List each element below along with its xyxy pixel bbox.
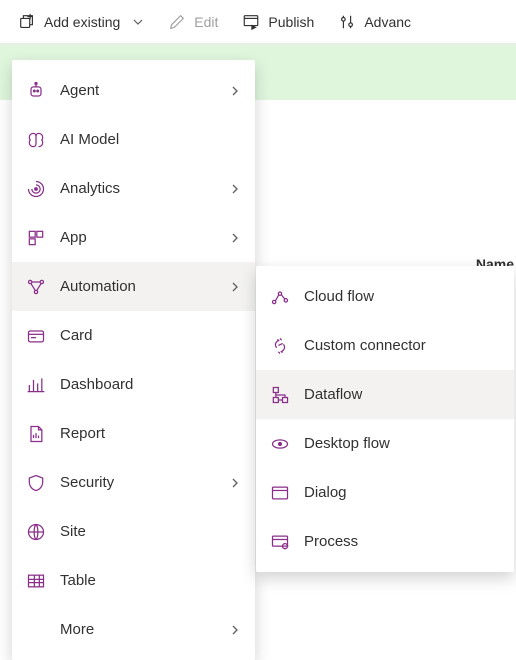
submenu-item-dataflow[interactable]: Dataflow: [256, 370, 514, 419]
menu-item-agent[interactable]: Agent: [12, 66, 255, 115]
chevron-right-icon: [229, 183, 241, 195]
edit-label: Edit: [194, 14, 218, 30]
menu-item-analytics[interactable]: Analytics: [12, 164, 255, 213]
menu-item-table[interactable]: Table: [12, 556, 255, 605]
submenu-item-label: Desktop flow: [304, 435, 500, 452]
chevron-right-icon: [229, 477, 241, 489]
submenu-item-label: Cloud flow: [304, 288, 500, 305]
site-icon: [26, 522, 46, 542]
menu-item-label: AI Model: [60, 131, 241, 148]
menu-item-security[interactable]: Security: [12, 458, 255, 507]
dataflow-icon: [270, 385, 290, 405]
edit-button[interactable]: Edit: [158, 7, 228, 37]
menu-item-app[interactable]: App: [12, 213, 255, 262]
publish-icon: [242, 13, 260, 31]
cloud-flow-icon: [270, 287, 290, 307]
chevron-down-icon: [132, 16, 144, 28]
menu-item-card[interactable]: Card: [12, 311, 255, 360]
menu-item-label: Security: [60, 474, 229, 491]
submenu-item-label: Process: [304, 533, 500, 550]
desktop-flow-icon: [270, 434, 290, 454]
menu-item-label: App: [60, 229, 229, 246]
submenu-item-desktop-flow[interactable]: Desktop flow: [256, 419, 514, 468]
add-existing-label: Add existing: [44, 14, 120, 30]
security-icon: [26, 473, 46, 493]
menu-item-label: Card: [60, 327, 241, 344]
table-icon: [26, 571, 46, 591]
publish-button[interactable]: Publish: [232, 7, 324, 37]
menu-item-label: Report: [60, 425, 241, 442]
custom-connector-icon: [270, 336, 290, 356]
menu-item-label: Agent: [60, 82, 229, 99]
edit-icon: [168, 13, 186, 31]
menu-item-site[interactable]: Site: [12, 507, 255, 556]
chevron-right-icon: [229, 85, 241, 97]
dialog-icon: [270, 483, 290, 503]
automation-submenu: Cloud flow Custom connector Dataflow Deskto…: [256, 266, 514, 572]
app-icon: [26, 228, 46, 248]
menu-item-label: Analytics: [60, 180, 229, 197]
chevron-right-icon: [229, 232, 241, 244]
submenu-item-dialog[interactable]: Dialog: [256, 468, 514, 517]
dashboard-icon: [26, 375, 46, 395]
submenu-item-cloud-flow[interactable]: Cloud flow: [256, 272, 514, 321]
menu-item-label: Site: [60, 523, 241, 540]
add-existing-button[interactable]: Add existing: [8, 7, 154, 37]
report-icon: [26, 424, 46, 444]
add-existing-icon: [18, 13, 36, 31]
submenu-item-custom-connector[interactable]: Custom connector: [256, 321, 514, 370]
menu-item-automation[interactable]: Automation: [12, 262, 255, 311]
process-icon: [270, 532, 290, 552]
menu-item-label: More: [60, 621, 229, 638]
advanced-label: Advanc: [364, 14, 411, 30]
publish-label: Publish: [268, 14, 314, 30]
submenu-item-process[interactable]: Process: [256, 517, 514, 566]
submenu-item-label: Dialog: [304, 484, 500, 501]
menu-item-label: Table: [60, 572, 241, 589]
menu-item-ai-model[interactable]: AI Model: [12, 115, 255, 164]
card-icon: [26, 326, 46, 346]
command-bar: Add existing Edit Publish: [0, 0, 516, 44]
chevron-right-icon: [229, 281, 241, 293]
submenu-item-label: Custom connector: [304, 337, 500, 354]
menu-item-label: Automation: [60, 278, 229, 295]
advanced-icon: [338, 13, 356, 31]
menu-item-label: Dashboard: [60, 376, 241, 393]
ai-model-icon: [26, 130, 46, 150]
agent-icon: [26, 81, 46, 101]
submenu-item-label: Dataflow: [304, 386, 500, 403]
menu-item-more[interactable]: More: [12, 605, 255, 654]
advanced-button[interactable]: Advanc: [328, 7, 421, 37]
analytics-icon: [26, 179, 46, 199]
menu-item-dashboard[interactable]: Dashboard: [12, 360, 255, 409]
menu-item-report[interactable]: Report: [12, 409, 255, 458]
chevron-right-icon: [229, 624, 241, 636]
automation-icon: [26, 277, 46, 297]
add-existing-menu: Agent AI Model Analytics App Automation Card D…: [12, 60, 255, 660]
